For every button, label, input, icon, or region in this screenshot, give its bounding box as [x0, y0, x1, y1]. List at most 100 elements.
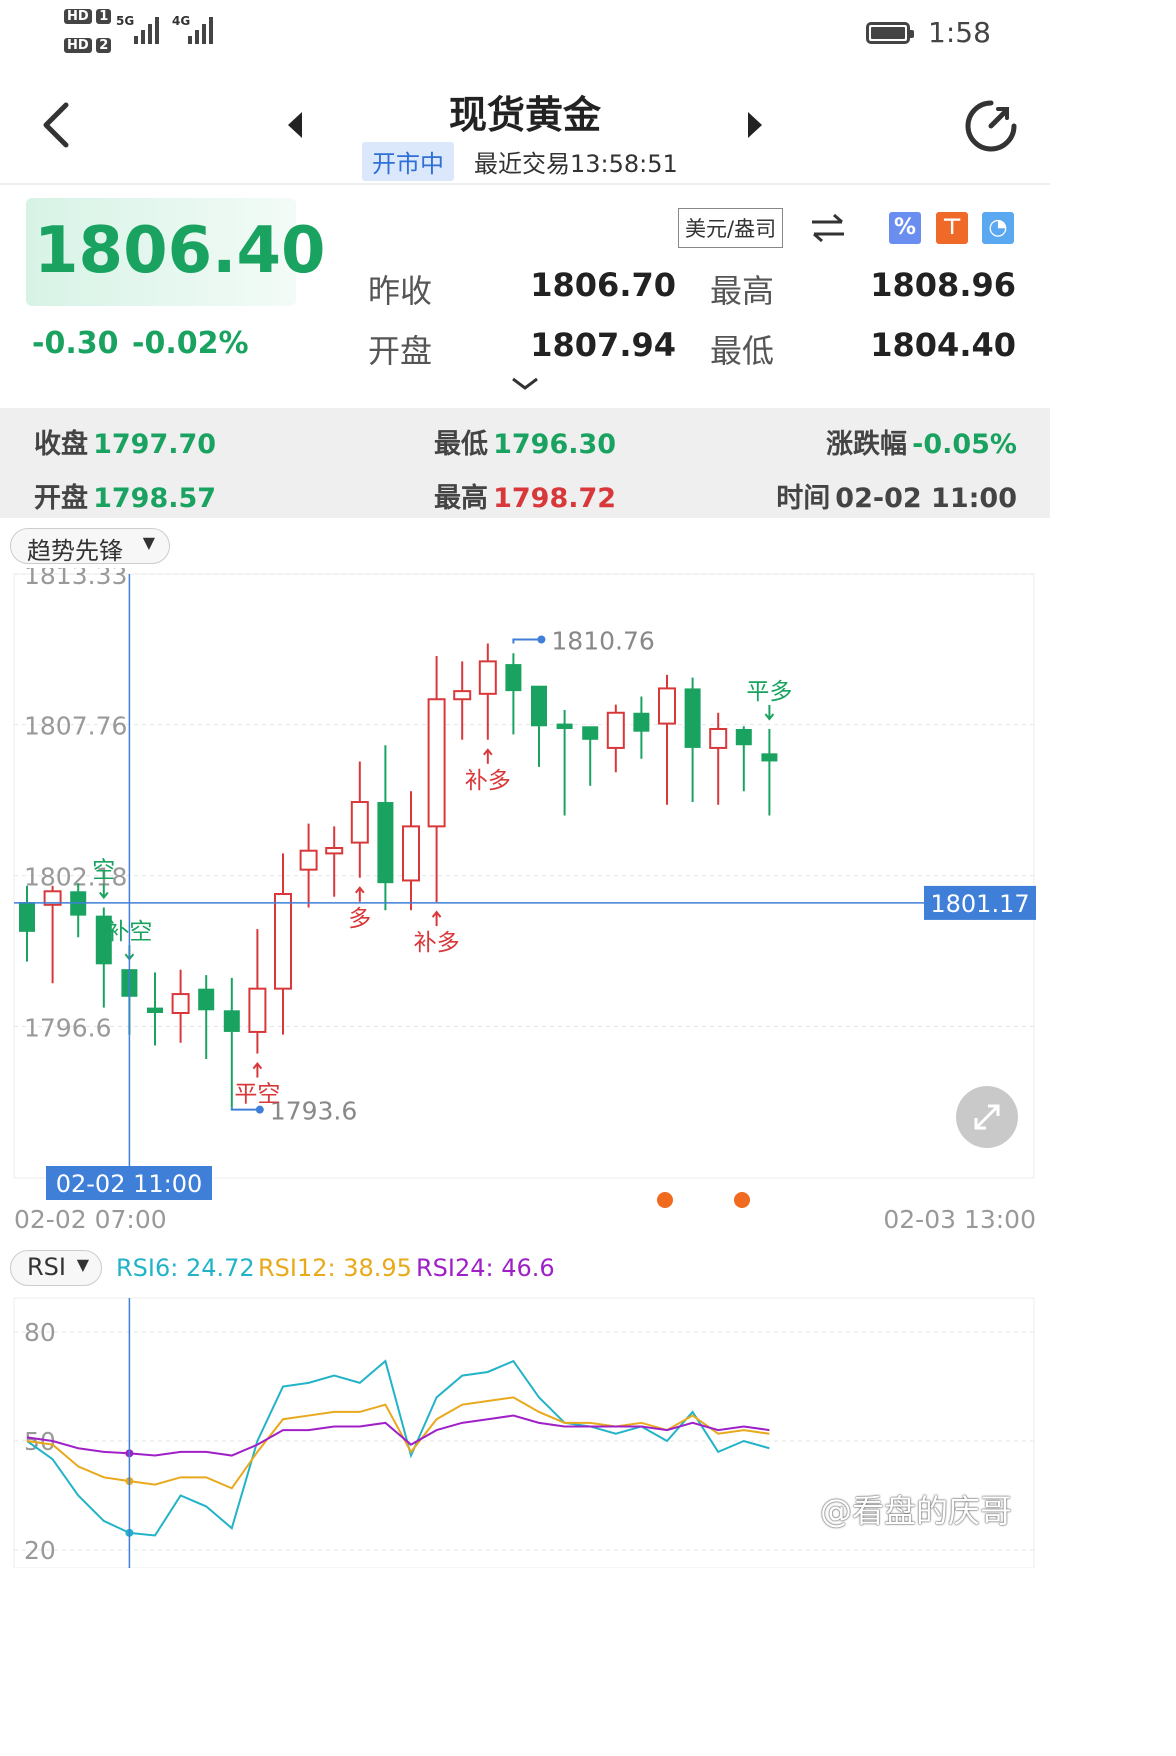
next-instrument-icon[interactable] — [744, 110, 766, 140]
refresh-icon[interactable] — [962, 97, 1020, 155]
battery-icon — [866, 22, 914, 44]
sim2-label: HD — [64, 38, 92, 53]
open-label: 开盘 — [368, 332, 433, 370]
candle-body — [427, 698, 446, 828]
rsi12-value: RSI12: 38.95 — [258, 1254, 412, 1282]
time-info: 时间 02-02 11:00 — [776, 476, 1017, 515]
rsi-y-tick-label: 20 — [24, 1536, 56, 1565]
expand-chevron-icon[interactable] — [510, 376, 540, 392]
prev-close-value: 1806.70 — [530, 266, 676, 304]
low-info-label: 最低 — [434, 429, 488, 460]
candle-body — [478, 660, 497, 695]
sim1-slot: 1 — [96, 9, 112, 24]
y-tick-label: 1796.6 — [24, 1014, 111, 1043]
candlestick-chart[interactable]: 1813.331807.761802.181796.61810.761793.6… — [0, 568, 1050, 1240]
x-start-label: 02-02 07:00 — [14, 1205, 167, 1234]
pct-info-value: -0.05% — [912, 429, 1017, 460]
open-info: 开盘 1798.57 — [34, 476, 216, 515]
main-indicator-selector[interactable]: 趋势先锋 ▼ — [10, 528, 170, 565]
signal-icon — [134, 17, 159, 44]
candle-body — [556, 723, 573, 729]
page-title: 现货黄金 — [448, 93, 601, 137]
high-info-label: 最高 — [434, 483, 488, 514]
price-change: -0.30 — [32, 326, 119, 361]
candle-body — [402, 825, 420, 882]
signal-icon-2 — [188, 17, 213, 44]
y-tick-label: 1813.33 — [24, 568, 127, 590]
fullscreen-icon — [974, 1104, 1000, 1130]
swap-icon[interactable] — [808, 212, 848, 244]
dropdown-caret-icon: ▼ — [142, 533, 155, 552]
time-info-label: 时间 — [776, 483, 831, 514]
rsi-series-line — [26, 1359, 770, 1537]
clock: 1:58 — [928, 16, 991, 49]
candle-body — [684, 688, 701, 748]
crosshair-y-label: 1801.17 — [930, 890, 1029, 918]
close-info-value: 1797.70 — [93, 429, 217, 460]
high-info: 最高 1798.72 — [434, 476, 616, 515]
market-status-badge: 开市中 — [362, 142, 454, 181]
candle-body — [248, 987, 267, 1033]
signal-label: 平多 — [746, 679, 792, 705]
page-dot — [657, 1192, 673, 1208]
signal-label: 补多 — [414, 930, 460, 956]
low-info-value: 1796.30 — [493, 429, 617, 460]
main-indicator-label: 趋势先锋 — [27, 537, 123, 565]
candle-body — [147, 1007, 163, 1014]
candle-body — [606, 711, 625, 749]
price-change-pct: -0.02% — [132, 326, 249, 361]
candle-body — [505, 664, 522, 692]
pct-info: 涨跌幅 -0.05% — [826, 422, 1017, 461]
min-marker-line — [230, 1107, 258, 1111]
current-price: 1806.40 — [34, 214, 326, 288]
status-bar: HD 1 HD 2 5G 4G 1:58 — [0, 0, 1050, 70]
pie-icon[interactable]: ◔ — [982, 212, 1014, 244]
fullscreen-button[interactable] — [956, 1086, 1018, 1148]
rsi-y-tick-label: 80 — [24, 1318, 56, 1347]
rsi24-value: RSI24: 46.6 — [416, 1254, 555, 1282]
open-info-label: 开盘 — [34, 483, 88, 514]
candle-body — [19, 902, 35, 932]
pct-info-label: 涨跌幅 — [826, 429, 908, 460]
open-info-value: 1798.57 — [93, 483, 217, 514]
candle-body — [274, 892, 292, 990]
page-dot — [734, 1192, 750, 1208]
crosshair-x-label: 02-02 11:00 — [56, 1170, 203, 1198]
unit-selector[interactable]: 美元/盎司 — [678, 208, 784, 248]
header-divider — [0, 183, 1050, 185]
signal-label: 平空 — [234, 1082, 280, 1108]
high-info-value: 1798.72 — [493, 483, 617, 514]
min-price-label: 1793.6 — [270, 1097, 357, 1126]
percent-icon[interactable]: % — [889, 212, 921, 244]
max-marker-line — [512, 638, 540, 644]
sim1-label: HD — [64, 9, 92, 24]
sub-indicator-selector[interactable]: RSI ▼ — [10, 1250, 102, 1286]
prev-close-label: 昨收 — [368, 272, 433, 310]
max-marker-dot — [537, 635, 546, 644]
low-info: 最低 1796.30 — [434, 422, 616, 461]
back-icon[interactable] — [36, 100, 76, 150]
candle-body — [198, 988, 215, 1011]
signal-label: 补多 — [465, 768, 511, 794]
signal-label: 多 — [348, 906, 371, 932]
candle-body — [223, 1010, 240, 1032]
signal-label: 空 — [92, 858, 115, 884]
alert-icon[interactable]: ⊤ — [936, 212, 968, 244]
candle-body — [453, 690, 472, 701]
close-info: 收盘 1797.70 — [34, 422, 216, 461]
y-tick-label: 1807.76 — [24, 712, 127, 741]
low-value: 1804.40 — [870, 326, 1016, 364]
candle-body — [531, 685, 547, 727]
x-end-label: 02-03 13:00 — [883, 1205, 1036, 1234]
watermark: @看盘的庆哥 — [820, 1492, 1013, 1530]
candle-body — [658, 687, 676, 725]
sub-indicator-label: RSI — [27, 1253, 66, 1281]
high-label: 最高 — [710, 272, 775, 310]
prev-instrument-icon[interactable] — [284, 110, 306, 140]
time-info-value: 02-02 11:00 — [835, 483, 1017, 514]
open-value: 1807.94 — [530, 326, 676, 364]
candle-body — [325, 847, 344, 855]
candle-body — [709, 727, 728, 749]
candle-body — [299, 849, 318, 871]
candle-body — [171, 993, 190, 1015]
